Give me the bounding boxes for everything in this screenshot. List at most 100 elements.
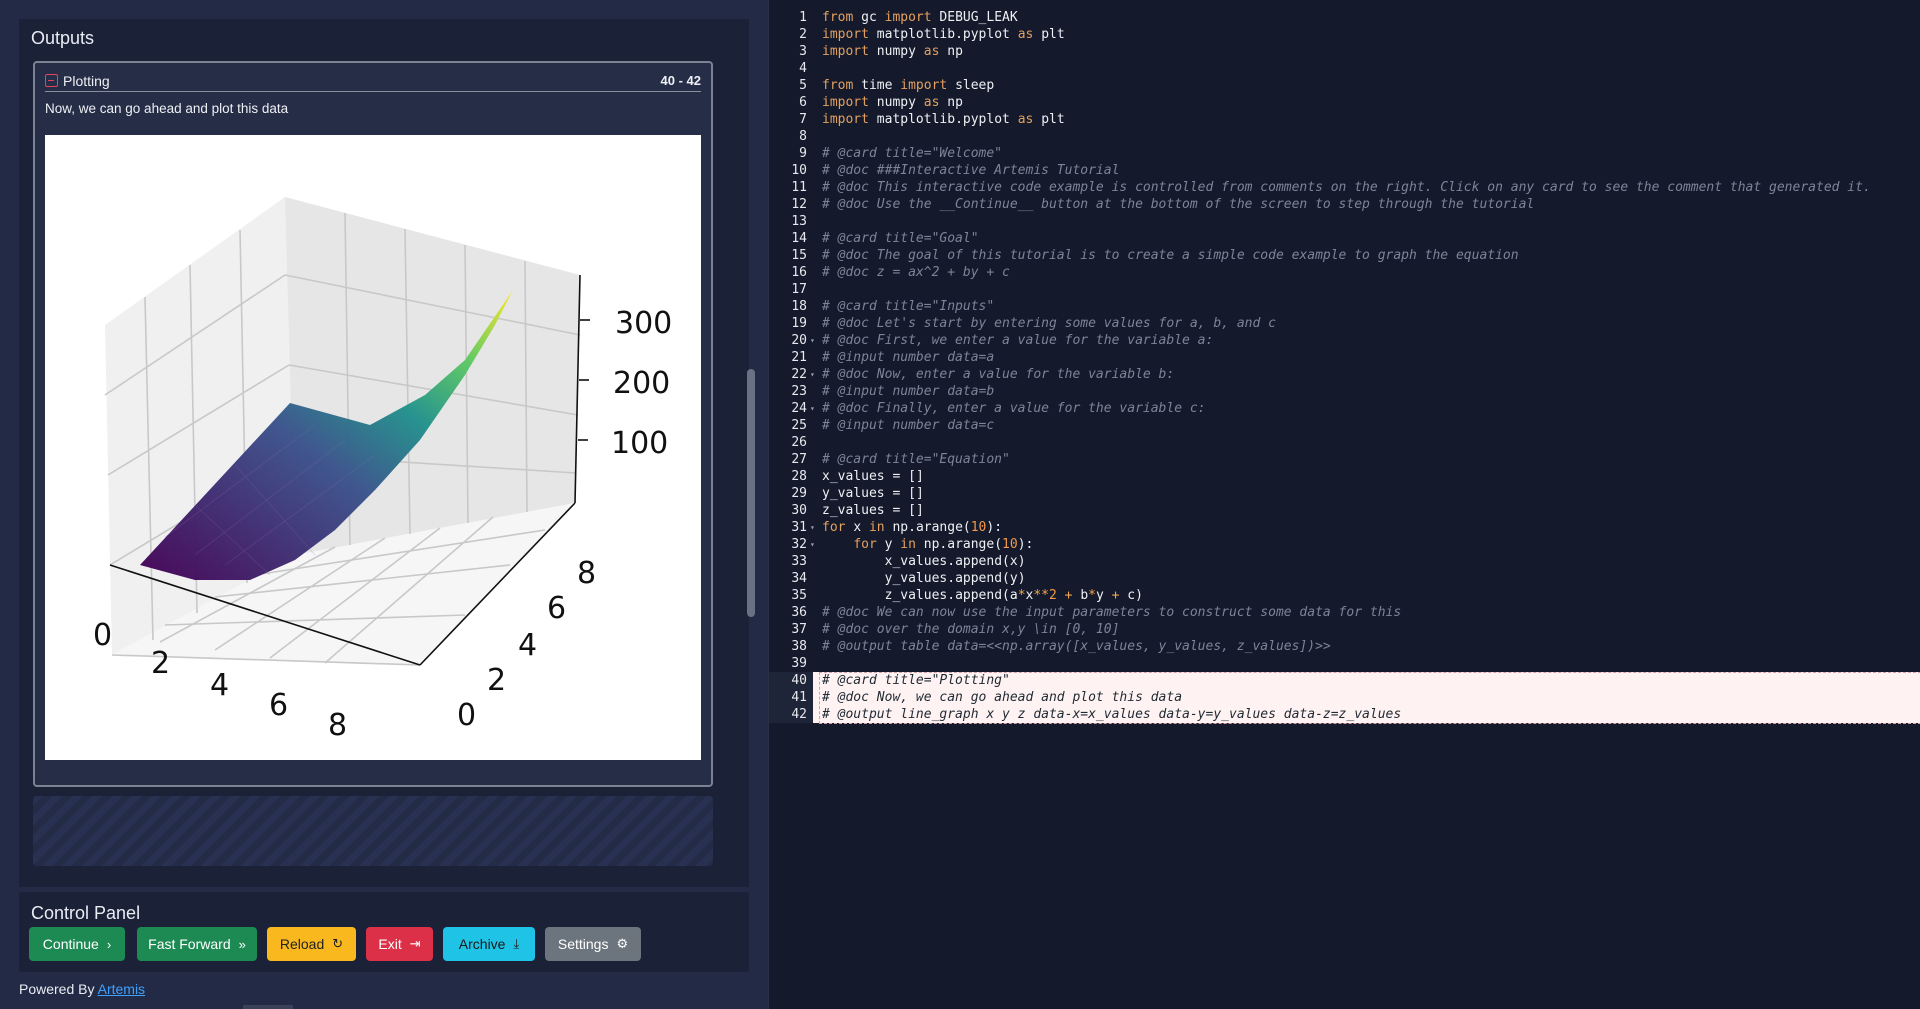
code-text: # @doc This interactive code example is …: [822, 180, 1871, 195]
x-tick-label: 6: [269, 688, 288, 723]
chevron-right-icon: ›: [106, 936, 112, 952]
y-tick-label: 2: [487, 663, 506, 698]
code-line[interactable]: 6 import numpy as np: [769, 94, 1920, 111]
y-tick-label: 4: [518, 628, 537, 663]
code-line[interactable]: 38 # @output table data=<<np.array([x_val…: [769, 638, 1920, 655]
code-text: # @card title="Goal": [822, 231, 979, 246]
powered-by: Powered By Artemis: [19, 981, 145, 997]
fold-icon[interactable]: ▾: [810, 519, 815, 536]
code-line[interactable]: 40 # @card title="Plotting": [769, 672, 1920, 689]
code-line[interactable]: 21 # @input number data=a: [769, 349, 1920, 366]
code-line[interactable]: 27 # @card title="Equation": [769, 451, 1920, 468]
code-line[interactable]: 22 ▾ # @doc Now, enter a value for the var…: [769, 366, 1920, 383]
y-tick-label: 8: [577, 556, 596, 591]
x-tick-label: 8: [328, 708, 347, 743]
z-tick-label: 200: [613, 366, 670, 401]
line-number: 27: [791, 452, 807, 467]
code-line[interactable]: 35 z_values.append(a*x**2 + b*y + c): [769, 587, 1920, 604]
powered-by-text: Powered By: [19, 981, 98, 997]
continue-button[interactable]: Continue ›: [29, 927, 125, 961]
code-line[interactable]: 23 # @input number data=b: [769, 383, 1920, 400]
code-line[interactable]: 13: [769, 213, 1920, 230]
code-line[interactable]: 17: [769, 281, 1920, 298]
code-line[interactable]: 29 y_values = []: [769, 485, 1920, 502]
code-line[interactable]: 41 # @doc Now, we can go ahead and plot t…: [769, 689, 1920, 706]
code-text: # @card title="Welcome": [822, 146, 1003, 161]
code-text: # @doc z = ax^2 + by + c: [822, 265, 1010, 280]
reload-button[interactable]: Reload ↻: [267, 927, 356, 961]
outputs-scrollbar[interactable]: [747, 369, 755, 617]
code-line[interactable]: 14 # @card title="Goal": [769, 230, 1920, 247]
line-number: 13: [791, 214, 807, 229]
code-line[interactable]: 2 import matplotlib.pyplot as plt: [769, 26, 1920, 43]
code-line[interactable]: 25 # @input number data=c: [769, 417, 1920, 434]
code-line[interactable]: 15 # @doc The goal of this tutorial is to…: [769, 247, 1920, 264]
code-line[interactable]: 32 ▾ for y in np.arange(10):: [769, 536, 1920, 553]
code-line[interactable]: 8: [769, 128, 1920, 145]
y-tick-label: 6: [547, 591, 566, 626]
code-line[interactable]: 39: [769, 655, 1920, 672]
code-line[interactable]: 28 x_values = []: [769, 468, 1920, 485]
code-text: from gc import DEBUG_LEAK: [822, 10, 1018, 25]
line-number: 25: [791, 418, 807, 433]
code-line[interactable]: 3 import numpy as np: [769, 43, 1920, 60]
code-line[interactable]: 16 # @doc z = ax^2 + by + c: [769, 264, 1920, 281]
code-line[interactable]: 19 # @doc Let's start by entering some va…: [769, 315, 1920, 332]
code-line[interactable]: 36 # @doc We can now use the input parame…: [769, 604, 1920, 621]
code-line[interactable]: 11 # @doc This interactive code example i…: [769, 179, 1920, 196]
code-line[interactable]: 34 y_values.append(y): [769, 570, 1920, 587]
code-text: y_values.append(y): [884, 571, 1026, 586]
line-number: 7: [799, 112, 807, 127]
code-text: z_values = []: [822, 503, 924, 518]
artemis-link[interactable]: Artemis: [98, 981, 145, 997]
code-text: # @input number data=b: [822, 384, 995, 399]
fast-forward-button[interactable]: Fast Forward »: [137, 927, 257, 961]
collapse-icon[interactable]: [45, 74, 58, 87]
code-text: # @doc over the domain x,y \in [0, 10]: [822, 622, 1120, 637]
card-drop-placeholder: [33, 796, 713, 866]
line-number: 10: [791, 163, 807, 178]
code-line[interactable]: 20 ▾ # @doc First, we enter a value for th…: [769, 332, 1920, 349]
code-line[interactable]: 31 ▾ for x in np.arange(10):: [769, 519, 1920, 536]
code-text: from time import sleep: [822, 78, 995, 93]
code-line[interactable]: 26: [769, 434, 1920, 451]
code-line[interactable]: 1 from gc import DEBUG_LEAK: [769, 9, 1920, 26]
code-text: y_values = []: [822, 486, 924, 501]
code-line[interactable]: 30 z_values = []: [769, 502, 1920, 519]
line-number: 30: [791, 503, 807, 518]
line-number: 33: [791, 554, 807, 569]
exit-button[interactable]: Exit ⇥: [366, 927, 433, 961]
code-line[interactable]: 24 ▾ # @doc Finally, enter a value for the…: [769, 400, 1920, 417]
line-number: 12: [791, 197, 807, 212]
code-text: # @doc We can now use the input paramete…: [822, 605, 1402, 620]
line-number: 1: [799, 10, 807, 25]
code-editor[interactable]: 1 from gc import DEBUG_LEAK 2 import matplo…: [768, 0, 1920, 1009]
reload-label: Reload: [279, 936, 325, 952]
card-line-range: 40 - 42: [660, 73, 701, 88]
line-number: 29: [791, 486, 807, 501]
fold-icon[interactable]: ▾: [810, 536, 815, 553]
fold-icon[interactable]: ▾: [810, 366, 815, 383]
line-number: 24: [791, 401, 807, 416]
code-line[interactable]: 37 # @doc over the domain x,y \in [0, 10]: [769, 621, 1920, 638]
line-number: 28: [791, 469, 807, 484]
settings-button[interactable]: Settings ⚙: [545, 927, 641, 961]
download-icon: ⤓: [513, 936, 520, 951]
x-tick-label: 0: [93, 618, 112, 653]
output-card-plotting[interactable]: Plotting 40 - 42 Now, we can go ahead an…: [33, 61, 713, 787]
code-line[interactable]: 10 # @doc ###Interactive Artemis Tutorial: [769, 162, 1920, 179]
code-line[interactable]: 5 from time import sleep: [769, 77, 1920, 94]
code-line[interactable]: 12 # @doc Use the __Continue__ button at …: [769, 196, 1920, 213]
code-line[interactable]: 9 # @card title="Welcome": [769, 145, 1920, 162]
line-number: 39: [791, 656, 807, 671]
surface-plot: 300 200 100 0 2 4 6 8 0 2 4 6 8: [45, 135, 701, 760]
code-line[interactable]: 18 # @card title="Inputs": [769, 298, 1920, 315]
fold-icon[interactable]: ▾: [810, 400, 815, 417]
archive-button[interactable]: Archive ⤓: [443, 927, 535, 961]
code-text: z_values.append(a*x**2 + b*y + c): [884, 588, 1143, 603]
fold-icon[interactable]: ▾: [810, 332, 815, 349]
code-line[interactable]: 4: [769, 60, 1920, 77]
code-line[interactable]: 7 import matplotlib.pyplot as plt: [769, 111, 1920, 128]
code-line[interactable]: 33 x_values.append(x): [769, 553, 1920, 570]
code-line[interactable]: 42 # @output line_graph x y z data-x=x_va…: [769, 706, 1920, 723]
